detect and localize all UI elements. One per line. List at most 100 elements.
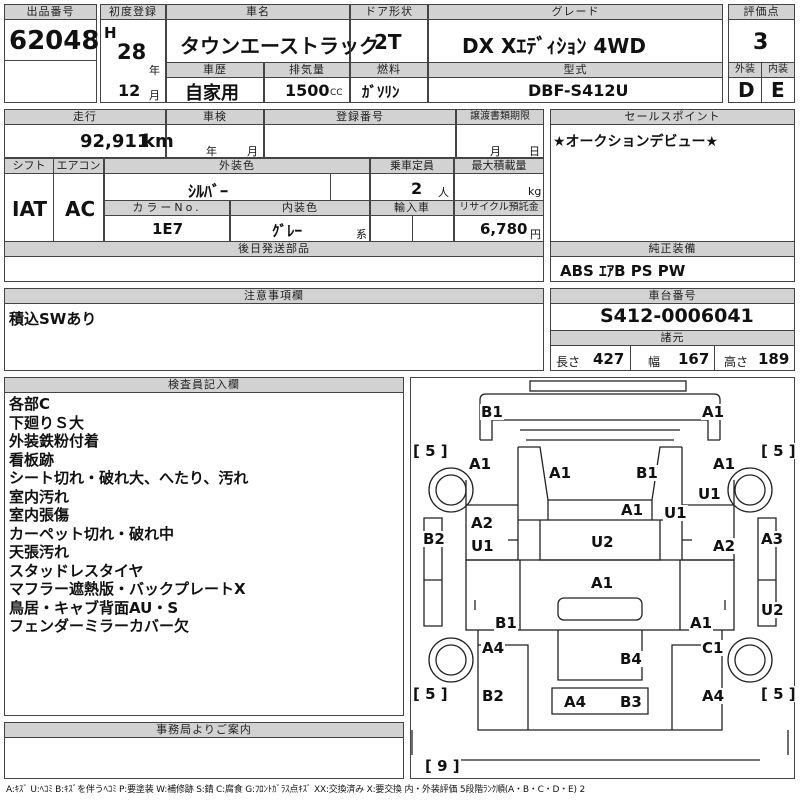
history: 自家用 — [185, 83, 239, 104]
inspector-note: カーペット切れ・破れ中 — [9, 524, 175, 543]
era: H — [104, 24, 117, 42]
damage-mark: A4 — [563, 693, 588, 711]
equipment-label: 純正装備 — [550, 241, 795, 257]
inspection-label: 車検 — [166, 109, 264, 125]
height: 189 — [758, 350, 790, 368]
damage-mark: B4 — [619, 650, 643, 668]
damage-mark: A2 — [712, 537, 737, 555]
interior-color-unit: 系 — [356, 228, 367, 241]
inspector-note: 室内汚れ — [9, 487, 70, 506]
fuel-label: 燃料 — [350, 62, 428, 78]
score-label: 評価点 — [728, 4, 795, 20]
width-label: 幅 — [648, 355, 661, 369]
damage-mark: [ 5 ] — [412, 442, 449, 460]
door-label: ドア形状 — [350, 4, 428, 20]
damage-mark: A1 — [468, 455, 493, 473]
exterior-grade: D — [738, 78, 755, 102]
color-no-label: カラーNo. — [104, 200, 230, 216]
height-label: 高さ — [724, 355, 749, 369]
damage-mark: A1 — [689, 614, 714, 632]
transfer-day-unit: 日 — [529, 145, 540, 158]
damage-mark: B2 — [422, 530, 446, 548]
interior-grade: E — [771, 78, 785, 102]
import-label: 輸入車 — [370, 200, 454, 216]
damage-mark: [ 5 ] — [760, 442, 797, 460]
car-name-label: 車名 — [166, 4, 350, 20]
reg-month: 12 — [118, 81, 141, 100]
recycle-unit: 円 — [530, 228, 541, 241]
capacity-unit: 人 — [438, 186, 449, 199]
lot-no-label: 出品番号 — [4, 4, 97, 20]
recycle-label: リサイクル預託金 — [454, 200, 544, 216]
month-unit: 月 — [149, 89, 160, 102]
damage-mark: U1 — [470, 537, 495, 555]
damage-mark: B2 — [481, 687, 505, 705]
damage-mark: A1 — [712, 455, 737, 473]
door-type: 2T — [374, 30, 402, 54]
inspector-note: マフラー遮熱版・バックプレートX — [9, 580, 246, 598]
recycle-fee: 6,780 — [480, 220, 528, 238]
damage-mark: U2 — [760, 601, 785, 619]
model-label: 型式 — [428, 62, 723, 78]
transfer-month-unit: 月 — [490, 145, 501, 158]
damage-mark: A4 — [481, 639, 506, 657]
inspector-note: 鳥居・キャブ背面AU・S — [9, 598, 179, 617]
color-no: 1E7 — [152, 220, 184, 238]
later-parts-label: 後日発送部品 — [4, 241, 544, 257]
chassis-number: S412-0006041 — [600, 305, 754, 327]
history-label: 車歴 — [166, 62, 264, 78]
damage-mark: C1 — [701, 639, 725, 657]
damage-mark: A1 — [701, 403, 726, 421]
interior-label: 内装 — [761, 62, 795, 78]
damage-mark: A1 — [620, 501, 645, 519]
fuel: ｶﾞｿﾘﾝ — [362, 83, 400, 101]
inspector-note: スタッドレスタイヤ — [9, 561, 144, 580]
mileage-label: 走行 — [4, 109, 166, 125]
chassis-label: 車台番号 — [550, 288, 795, 304]
displacement: 1500 — [285, 81, 330, 100]
body-color: ｼﾙﾊﾞｰ — [188, 182, 229, 201]
first-reg-label: 初度登録 — [100, 4, 166, 20]
inspector-note: 各部C — [9, 395, 51, 413]
capacity: 2 — [411, 179, 423, 198]
model-code: DBF-S412U — [528, 81, 629, 100]
damage-mark: A4 — [701, 687, 726, 705]
caution-label: 注意事項欄 — [4, 288, 544, 304]
caution-text: 積込SWあり — [9, 310, 97, 328]
shift-label: シフト — [4, 158, 54, 174]
grade-label: グレード — [428, 4, 723, 20]
damage-mark: A2 — [470, 514, 495, 532]
inspector-note: 下廻りＳ大 — [9, 413, 85, 432]
length-label: 長さ — [556, 355, 581, 369]
equipment: ABS ｴｱB PS PW — [560, 262, 686, 280]
shift: IAT — [12, 197, 48, 221]
damage-mark: A1 — [590, 574, 615, 592]
damage-mark: A3 — [760, 530, 785, 548]
inspector-label: 検査員記入欄 — [4, 377, 404, 393]
capacity-label: 乗車定員 — [370, 158, 454, 174]
grade: DX Xｴﾃﾞｨｼｮﾝ 4WD — [462, 34, 646, 58]
damage-mark: B1 — [480, 403, 504, 421]
exterior-label: 外装 — [728, 62, 762, 78]
year-unit: 年 — [149, 64, 160, 77]
sales-point: ★オークションデビュー★ — [553, 134, 719, 150]
damage-mark: [ 5 ] — [760, 685, 797, 703]
insp-month-unit: 月 — [247, 145, 258, 158]
specs-label: 諸元 — [550, 330, 795, 346]
mileage: 92,911 — [80, 131, 150, 152]
damage-mark: U1 — [663, 504, 688, 522]
damage-mark: U1 — [697, 485, 722, 503]
length: 427 — [593, 350, 625, 368]
damage-mark: [ 9 ] — [424, 757, 461, 775]
transfer-label: 譲渡書類期限 — [456, 109, 544, 125]
reg-year: 28 — [117, 40, 147, 64]
lot-number: 62048 — [9, 26, 100, 56]
width: 167 — [678, 350, 710, 368]
inspector-note: 看板跡 — [9, 450, 55, 469]
color-label: 外装色 — [104, 158, 370, 174]
load-unit: kg — [528, 185, 542, 198]
sales-label: セールスポイント — [550, 109, 795, 125]
office-label: 事務局よりご案内 — [4, 722, 404, 738]
score: 3 — [753, 30, 769, 55]
legend: A:ｷｽﾞ U:ﾍｺﾐ B:ｷｽﾞを伴うﾍｺﾐ P:要塗装 W:補修跡 S:錆 … — [6, 785, 585, 795]
